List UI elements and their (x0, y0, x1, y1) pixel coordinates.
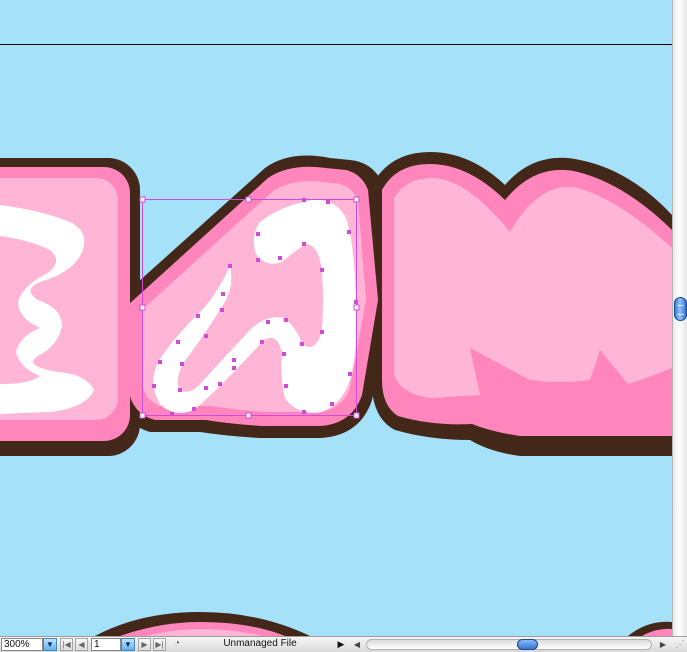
resize-grip-icon[interactable]: ⋰ (673, 638, 687, 651)
selection-handle[interactable] (139, 412, 146, 419)
selection-handle[interactable] (245, 412, 252, 419)
page-number-field[interactable]: 1 (91, 638, 121, 651)
zoom-field[interactable]: 300% (1, 638, 43, 651)
artwork (0, 44, 672, 636)
previous-page-icon[interactable]: ◀ (75, 638, 88, 651)
selection-handle[interactable] (353, 412, 360, 419)
scroll-left-icon[interactable]: ◀ (350, 638, 364, 651)
vertical-scroll-thumb[interactable] (674, 297, 687, 321)
status-bar: 300% ▼ |◀ ◀ 1 ▼ ▶ ▶| ◔ Unmanaged File ▶ … (0, 636, 687, 652)
horizontal-scroll-track[interactable] (366, 639, 652, 650)
status-menu-icon[interactable]: ▶ (335, 638, 347, 651)
selection-handle[interactable] (353, 304, 360, 311)
last-page-icon[interactable]: ▶| (153, 638, 166, 651)
selection-handle[interactable] (353, 196, 360, 203)
status-text: Unmanaged File (223, 638, 297, 649)
horizontal-scroll-thumb[interactable] (517, 639, 538, 650)
zoom-dropdown-icon[interactable]: ▼ (43, 638, 57, 651)
page-dropdown-icon[interactable]: ▼ (121, 638, 135, 651)
artboard-canvas[interactable] (0, 0, 672, 636)
selection-handle[interactable] (139, 304, 146, 311)
first-page-icon[interactable]: |◀ (60, 638, 73, 651)
selection-handle[interactable] (245, 196, 252, 203)
horizontal-scrollbar[interactable]: ◀ ▶ (350, 638, 672, 651)
vertical-scrollbar[interactable] (672, 0, 687, 636)
selection-handle[interactable] (139, 196, 146, 203)
version-cue-icon: ◔ (173, 638, 181, 649)
next-page-icon[interactable]: ▶ (138, 638, 151, 651)
scroll-right-icon[interactable]: ▶ (656, 638, 670, 651)
